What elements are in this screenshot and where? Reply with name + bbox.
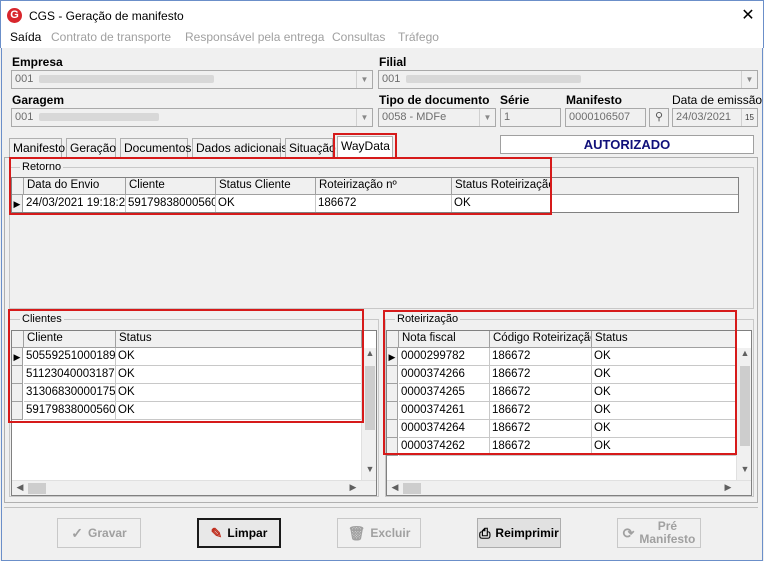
empresa-value: 001 — [15, 73, 34, 85]
menu-saida[interactable]: Saída — [10, 30, 41, 44]
column-header-filler — [552, 178, 738, 195]
pre-manifesto-label-line2: Manifesto — [639, 532, 696, 546]
tipo-documento-value: 0058 - MDFe — [382, 111, 447, 123]
scroll-up-icon[interactable]: ▲ — [737, 348, 751, 358]
limpar-button[interactable]: ✎ Limpar — [197, 518, 281, 548]
binoculars-icon[interactable]: ⚲ — [649, 108, 669, 127]
garagem-select[interactable]: 001 ▼ — [11, 108, 373, 127]
menu-consultas[interactable]: Consultas — [332, 30, 385, 44]
scroll-right-icon[interactable]: ▶ — [720, 482, 736, 493]
garagem-value: 001 — [15, 111, 34, 123]
blurred-text — [39, 113, 160, 122]
gravar-label: Gravar — [88, 526, 127, 540]
empresa-label: Empresa — [12, 55, 63, 69]
serie-label: Série — [500, 93, 530, 107]
data-emissao-value: 24/03/2021 — [676, 111, 732, 123]
scroll-thumb[interactable] — [365, 366, 375, 430]
menu-contrato-transporte[interactable]: Contrato de transporte — [51, 30, 171, 44]
empresa-select[interactable]: 001 ▼ — [11, 70, 373, 89]
scroll-thumb[interactable] — [740, 366, 750, 446]
horizontal-scrollbar[interactable]: ◀ ▶ — [387, 480, 751, 495]
pre-manifesto-label: Pré Manifesto — [639, 520, 695, 546]
filial-label: Filial — [379, 55, 407, 69]
serie-field[interactable]: 1 — [500, 108, 561, 127]
highlight-box-tab — [333, 133, 397, 159]
status-badge: AUTORIZADO — [500, 135, 754, 154]
menu-trafego[interactable]: Tráfego — [398, 30, 439, 44]
chevron-down-icon[interactable]: ▼ — [479, 109, 495, 126]
scroll-down-icon[interactable]: ▼ — [737, 464, 751, 474]
scroll-down-icon[interactable]: ▼ — [362, 464, 376, 474]
pre-manifesto-button[interactable]: ⟳ Pré Manifesto — [617, 518, 701, 548]
tab-manifesto[interactable]: Manifesto — [9, 138, 65, 158]
scroll-up-icon[interactable]: ▲ — [362, 348, 376, 358]
manifesto-field[interactable]: 0000106507 — [565, 108, 646, 127]
window-title: CGS - Geração de manifesto — [29, 9, 184, 23]
scroll-thumb[interactable] — [403, 483, 421, 494]
excluir-button[interactable]: 🗑 Excluir — [337, 518, 421, 548]
refresh-icon: ⟳ — [622, 524, 635, 541]
menu-bar: Saída Contrato de transporte Responsável… — [0, 30, 764, 48]
tab-situacao[interactable]: Situação — [285, 138, 336, 158]
chevron-down-icon[interactable]: ▼ — [741, 71, 757, 88]
chevron-down-icon[interactable]: ▼ — [356, 109, 372, 126]
highlight-box-clientes — [8, 309, 364, 423]
garagem-label: Garagem — [12, 93, 65, 107]
horizontal-scrollbar[interactable]: ◀ ▶ — [12, 480, 376, 495]
blurred-text — [39, 75, 215, 84]
calendar-icon[interactable]: 15 — [741, 109, 757, 126]
chevron-down-icon[interactable]: ▼ — [356, 71, 372, 88]
limpar-label: Limpar — [227, 526, 268, 540]
vertical-scrollbar[interactable]: ▲ ▼ — [736, 348, 751, 480]
tipo-documento-label: Tipo de documento — [379, 93, 490, 107]
title-bar: G CGS - Geração de manifesto ✕ — [0, 0, 764, 30]
printer-icon: ⎙ — [479, 524, 491, 541]
close-icon[interactable]: ✕ — [739, 5, 757, 25]
data-emissao-field[interactable]: 24/03/2021 15 — [672, 108, 758, 127]
scroll-left-icon[interactable]: ◀ — [12, 482, 28, 493]
tipo-documento-select[interactable]: 0058 - MDFe ▼ — [378, 108, 496, 127]
tab-documentos[interactable]: Documentos — [120, 138, 191, 158]
scroll-thumb[interactable] — [28, 483, 46, 494]
scroll-right-icon[interactable]: ▶ — [345, 482, 361, 493]
reimprimir-button[interactable]: ⎙ Reimprimir — [477, 518, 561, 548]
checkmark-icon: ✓ — [71, 524, 84, 541]
divider — [4, 507, 758, 508]
highlight-box-roteirizacao — [383, 310, 737, 455]
app-logo-icon: G — [7, 8, 22, 23]
gravar-button[interactable]: ✓ Gravar — [57, 518, 141, 548]
broom-icon: ✎ — [210, 524, 223, 541]
filial-select[interactable]: 001 ▼ — [378, 70, 758, 89]
reimprimir-label: Reimprimir — [495, 526, 559, 540]
scroll-left-icon[interactable]: ◀ — [387, 482, 403, 493]
blurred-text — [406, 75, 582, 84]
tab-geracao[interactable]: Geração — [66, 138, 116, 158]
trash-icon: 🗑 — [347, 524, 366, 541]
tab-dados-adicionais[interactable]: Dados adicionais — [192, 138, 287, 158]
highlight-box-retorno — [9, 157, 552, 215]
manifesto-label: Manifesto — [566, 93, 623, 107]
data-emissao-label: Data de emissão — [672, 93, 763, 107]
excluir-label: Excluir — [370, 526, 411, 540]
menu-responsavel-entrega[interactable]: Responsável pela entrega — [185, 30, 324, 44]
filial-value: 001 — [382, 73, 401, 85]
